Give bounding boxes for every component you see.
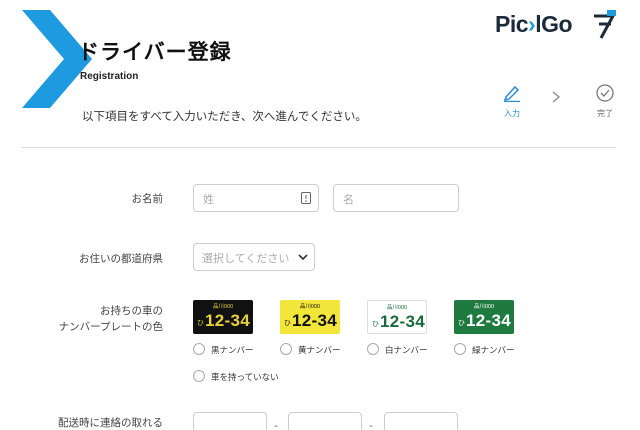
last-name-input[interactable]: 姓 [193,184,319,212]
plate-white-option-label: 白ナンバー [385,346,428,356]
check-circle-icon [596,84,614,102]
plate-black-image: 品川000 ひ 12-34 [193,300,253,334]
plate-number: 12-34 [466,311,511,330]
step-input: 入力 [492,84,532,119]
plate-region: 品川000 [299,304,321,310]
phone-separator: - [274,419,278,430]
plate-yellow-image: 品川000 ひ 12-34 [280,300,340,334]
plate-white-image: 品川000 ひ 12-34 [367,300,427,334]
chevron-down-icon [298,254,308,261]
pencil-icon [503,85,520,103]
page-subtitle: Registration [80,71,139,82]
intro-text: 以下項目をすべて入力いただき、次へ進んでください。 [82,109,367,123]
step-arrow-icon [552,91,561,103]
prefecture-select[interactable]: 選択してください [193,243,315,271]
divider [22,147,616,148]
first-name-input[interactable]: 名 [333,184,459,212]
plate-kana: ひ [284,320,291,327]
plate-label-line1: お持ちの車の [100,305,163,317]
phone-separator: - [369,419,373,430]
step-complete-label: 完了 [597,109,613,118]
phone-label: 配送時に連絡の取れる [58,417,163,429]
no-car-option-label: 車を持っていない [211,373,279,383]
plate-label-line2: ナンバープレートの色 [58,321,163,333]
plate-kana: ひ [372,321,379,328]
plate-yellow-radio[interactable] [280,343,292,355]
phone-input-2[interactable] [288,412,362,430]
plate-white-radio[interactable] [367,343,379,355]
plate-green-radio[interactable] [454,343,466,355]
plate-number: 12-34 [380,312,425,331]
plate-number: 12-34 [292,311,337,330]
phone-input-3[interactable] [384,412,458,430]
step-complete: 完了 [585,84,625,119]
no-car-radio[interactable] [193,370,205,382]
plate-label: お持ちの車の ナンバープレートの色 [23,303,163,335]
page-title: ドライバー登録 [78,40,232,64]
first-name-placeholder: 名 [343,193,354,206]
plate-region: 品川000 [212,304,234,310]
plate-black-option-label: 黒ナンバー [211,346,254,356]
plate-region: 品川000 [386,305,408,311]
plate-region: 品川000 [473,304,495,310]
logo-mark-icon [594,10,616,39]
step-input-label: 入力 [504,109,520,118]
autofill-icon [301,192,311,204]
last-name-placeholder: 姓 [203,193,214,206]
phone-input-1[interactable] [193,412,267,430]
name-label: お名前 [131,193,164,205]
plate-kana: ひ [458,320,465,327]
plate-yellow-option-label: 黄ナンバー [298,346,341,356]
brand-logo: Pic›lGo [495,11,573,37]
plate-number: 12-34 [205,311,250,330]
plate-green-image: 品川000 ひ 12-34 [454,300,514,334]
plate-kana: ひ [197,320,204,327]
plate-green-option-label: 緑ナンバー [472,346,515,356]
plate-black-radio[interactable] [193,343,205,355]
prefecture-selected: 選択してください [202,252,290,265]
prefecture-label: お住いの都道府県 [79,253,163,265]
